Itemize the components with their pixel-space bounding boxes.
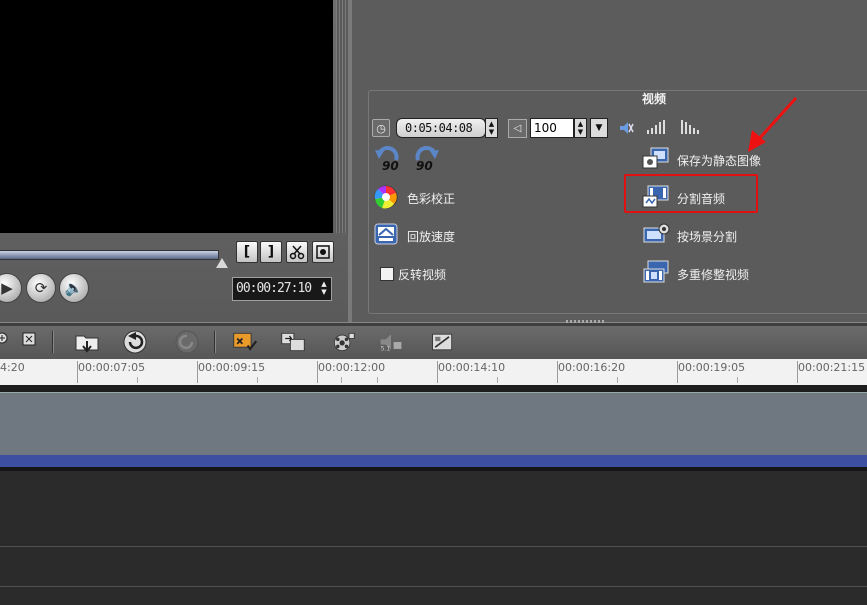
divider-grip[interactable]	[566, 320, 606, 323]
fit-icon[interactable]	[22, 332, 36, 346]
cut-clip-button[interactable]	[286, 241, 308, 263]
ruler-minor-tick	[497, 377, 498, 383]
ruler-label: 00:00:16:20	[558, 361, 626, 374]
ruler-minor-tick	[341, 377, 342, 383]
fade-in-icon[interactable]	[646, 120, 666, 134]
video-track-clip[interactable]	[0, 392, 867, 456]
color-wheel-icon	[374, 185, 398, 209]
ruler-label: 00:00:12:00	[318, 361, 386, 374]
ruler-label: 00:00:19:05	[678, 361, 746, 374]
ruler-label: 00:00:21:15	[798, 361, 866, 374]
reverse-video-checkbox[interactable]: 反转视频	[380, 265, 480, 283]
speaker-icon: 🔈	[64, 279, 84, 297]
volume-button[interactable]: 🔈	[59, 273, 89, 303]
overlay-track[interactable]	[0, 471, 867, 544]
ruler-label: 00:00:07:05	[78, 361, 146, 374]
playback-speed-button[interactable]: 回放速度	[374, 223, 474, 247]
ruler-minor-tick	[137, 377, 138, 383]
scissors-icon	[289, 245, 305, 260]
ruler-minor-tick	[617, 377, 618, 383]
video-track-selection-bar[interactable]	[0, 455, 867, 467]
duration-field[interactable]: 0:05:04:08	[396, 118, 486, 138]
color-correction-button[interactable]: 色彩校正	[374, 185, 474, 209]
mark-out-button[interactable]: ]	[260, 241, 282, 263]
volume-icon: ◁	[508, 119, 527, 138]
fullscreen-icon	[316, 245, 330, 259]
undo-icon[interactable]	[122, 330, 148, 354]
duration-spinner[interactable]: ▲ ▼	[485, 118, 498, 138]
split-by-scene-icon	[643, 223, 670, 243]
mute-icon[interactable]	[618, 120, 634, 136]
volume-field[interactable]: 100	[530, 118, 574, 138]
ruler-label: 4:20	[0, 361, 25, 374]
play-icon: ▶	[1, 279, 13, 297]
timeline-toolbar: 5.1	[0, 326, 867, 359]
ruler-minor-tick	[257, 377, 258, 383]
ruler-label: 00:00:09:15	[198, 361, 266, 374]
highlight-box	[624, 174, 758, 213]
svg-text:5.1: 5.1	[381, 346, 391, 353]
playback-speed-icon	[374, 223, 398, 245]
fade-out-icon[interactable]	[680, 120, 700, 134]
audio-track[interactable]	[0, 586, 867, 605]
clock-icon: ◷	[372, 119, 390, 137]
repeat-icon: ⟳	[34, 279, 48, 297]
zoom-in-icon[interactable]	[0, 332, 10, 346]
multi-trim-video-button[interactable]: 多重修整视频	[642, 260, 772, 286]
toolbar-separator	[214, 331, 216, 353]
insert-media-icon[interactable]	[74, 330, 100, 354]
smart-render-icon[interactable]	[232, 330, 258, 354]
audio-mixer-icon[interactable]: 5.1	[378, 330, 404, 354]
volume-spinner[interactable]: ▲ ▼	[574, 118, 587, 138]
preview-screen	[0, 0, 333, 233]
ruler-minor-tick	[737, 377, 738, 383]
checkbox-box[interactable]	[380, 267, 394, 281]
record-capture-icon[interactable]	[330, 330, 356, 354]
toolbar-separator	[52, 331, 54, 353]
panel-splitter[interactable]	[348, 0, 352, 322]
red-arrow-annotation	[748, 96, 798, 152]
batch-convert-icon[interactable]	[280, 330, 306, 354]
save-still-image-icon	[642, 147, 669, 169]
timecode-display[interactable]: 00:00:27:10 ▲ ▼	[232, 277, 332, 301]
mark-in-button[interactable]: [	[236, 241, 258, 263]
enlarge-preview-button[interactable]	[312, 241, 334, 263]
rotate-left-button[interactable]: 90	[374, 146, 402, 174]
scrub-bar[interactable]	[0, 250, 219, 260]
rotate-right-button[interactable]: 90	[412, 146, 440, 174]
ruler-gap	[0, 385, 867, 392]
title-track[interactable]	[0, 546, 867, 585]
volume-dropdown-button[interactable]: ▼	[590, 118, 608, 138]
ruler-label: 00:00:14:10	[438, 361, 506, 374]
redo-icon[interactable]	[174, 330, 200, 354]
section-title: 视频	[642, 92, 667, 106]
timeline-ruler[interactable]: 4:20 00:00:07:05 00:00:09:15 00:00:12:00…	[0, 359, 867, 386]
ruler-minor-tick	[377, 377, 378, 383]
repeat-button[interactable]: ⟳	[26, 273, 56, 303]
auto-music-icon[interactable]	[430, 330, 456, 354]
preview-resize-handle[interactable]	[336, 0, 348, 233]
split-by-scene-button[interactable]: 按场景分割	[642, 222, 762, 248]
timecode-spinner[interactable]: ▲ ▼	[319, 280, 329, 296]
scrub-handle[interactable]	[216, 258, 228, 268]
multi-trim-icon	[643, 260, 669, 283]
